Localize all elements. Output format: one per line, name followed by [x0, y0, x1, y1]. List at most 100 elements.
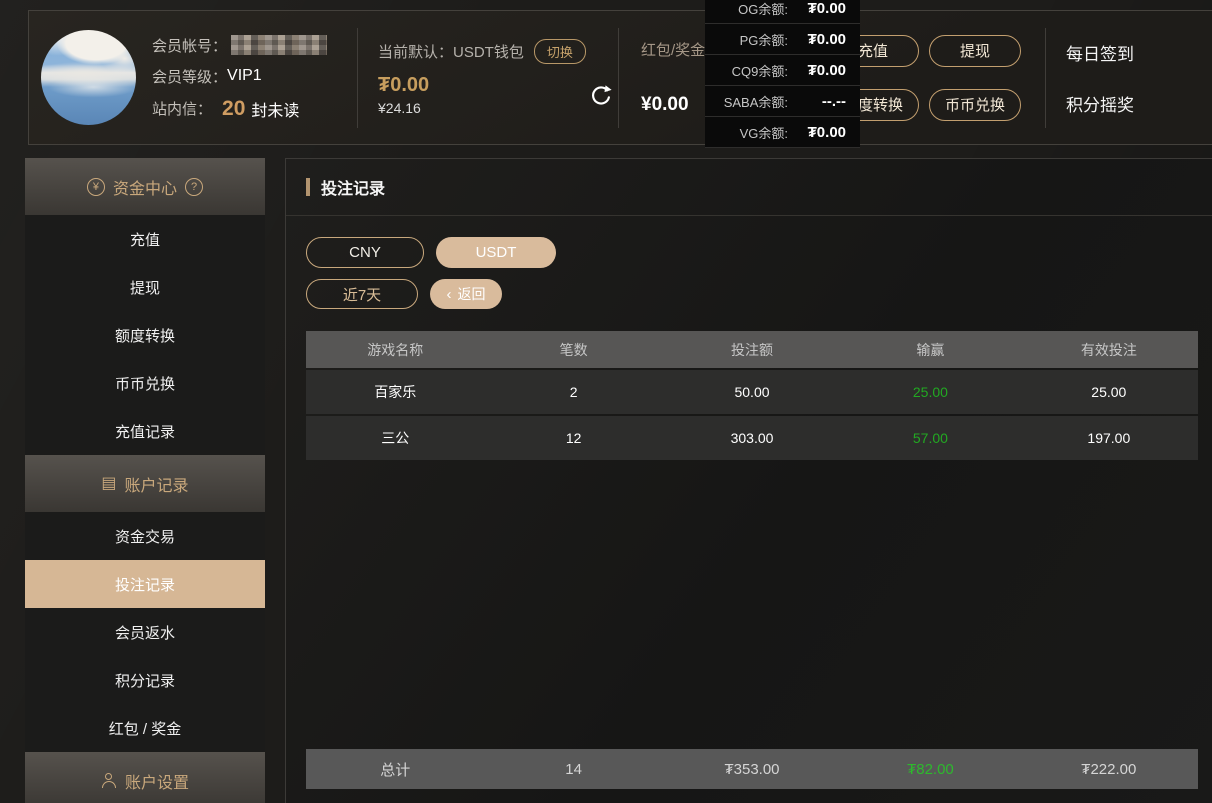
sidebar-item-资金交易[interactable]: 资金交易	[25, 512, 265, 560]
sidebar-section-title: 资金中心	[113, 175, 177, 199]
sidebar-section-账户记录[interactable]: ▤ 账户记录	[25, 455, 265, 512]
sidebar: ¥ 资金中心? 充值提现额度转换币币兑换充值记录 ▤ 账户记录资金交易投注记录会员返水积…	[25, 158, 265, 803]
bonus-value: ¥0.00	[641, 94, 705, 116]
table-body: 百家乐250.0025.0025.00三公12303.0057.00197.00	[306, 370, 1198, 460]
daily-link-积分摇奖[interactable]: 积分摇奖	[1066, 91, 1134, 116]
currency-tab-CNY[interactable]: CNY	[306, 237, 424, 268]
wallet-usdt-balance: ₮0.00	[378, 74, 618, 97]
daily-links: 每日签到积分摇奖	[1066, 40, 1134, 116]
table-row: 百家乐250.0025.0025.00	[306, 370, 1198, 414]
panel-title-row: 投注记录	[286, 159, 1212, 216]
sidebar-item-币币兑换[interactable]: 币币兑换	[25, 359, 265, 407]
level-value: VIP1	[227, 67, 262, 85]
currency-tab-USDT[interactable]: USDT	[436, 237, 556, 268]
bonus-section: 红包/奖金 ¥0.00	[619, 39, 705, 116]
wallet-section: 当前默认：USDT钱包 切换 ₮0.00 ¥24.16	[358, 39, 618, 116]
table-cell: 三公	[306, 428, 484, 448]
balance-dropdown-row: CQ9余额: ₮0.00	[705, 55, 860, 86]
level-row: 会员等级： VIP1	[152, 66, 327, 87]
provider-balance-value: --.--	[800, 93, 846, 110]
balance-dropdown-row: PG余额: ₮0.00	[705, 24, 860, 55]
avatar[interactable]	[41, 30, 136, 125]
switch-wallet-button[interactable]: 切换	[534, 39, 586, 64]
balance-dropdown-row: VG余额: ₮0.00	[705, 117, 860, 148]
divider	[1045, 28, 1046, 128]
table-cell: 25.00	[841, 384, 1019, 400]
table-cell: 50.00	[663, 384, 841, 400]
table-footer-cell: 总计	[306, 759, 484, 780]
sidebar-item-会员返水[interactable]: 会员返水	[25, 608, 265, 656]
help-icon[interactable]: ?	[185, 178, 203, 196]
inbox-unread-count: 20	[222, 97, 245, 121]
provider-balance-dropdown: OG余额: ₮0.00 PG余额: ₮0.00 CQ9余额: ₮0.00 SABA余额: --…	[705, 0, 860, 148]
person-icon	[101, 773, 117, 788]
table-footer-cell: ₮82.00	[841, 761, 1019, 778]
sidebar-section-title: 账户记录	[125, 472, 189, 496]
range-7days-button[interactable]: 近7天	[306, 279, 418, 309]
table-cell: 25.00	[1020, 384, 1198, 400]
table-cell: 12	[484, 430, 662, 446]
table-header-row: 游戏名称笔数投注额输赢有效投注	[306, 331, 1198, 368]
account-label: 会员帐号：	[152, 35, 227, 56]
bonus-label: 红包/奖金	[641, 39, 705, 60]
daily-link-每日签到[interactable]: 每日签到	[1066, 40, 1134, 65]
currency-tabs: CNY USDT	[306, 237, 1212, 268]
table-header-cell: 游戏名称	[306, 340, 484, 360]
table-row: 三公12303.0057.00197.00	[306, 416, 1198, 460]
person-head	[105, 773, 112, 780]
provider-balance-label: CQ9余额:	[732, 61, 788, 80]
inbox-row[interactable]: 站内信： 20 封未读	[152, 97, 327, 121]
provider-balance-value: ₮0.00	[800, 124, 846, 141]
balance-dropdown-row: SABA余额: --.--	[705, 86, 860, 117]
page-title: 投注记录	[321, 175, 385, 199]
provider-balance-label: VG余额:	[740, 123, 788, 142]
bet-records-table: 游戏名称笔数投注额输赢有效投注 百家乐250.0025.0025.00三公123…	[306, 331, 1198, 460]
sidebar-item-红包 / 奖金[interactable]: 红包 / 奖金	[25, 704, 265, 752]
sidebar-section-资金中心[interactable]: ¥ 资金中心?	[25, 158, 265, 215]
table-footer-cell: ₮353.00	[663, 761, 841, 778]
action-button-币币兑换[interactable]: 币币兑换	[929, 89, 1021, 121]
ledger-icon: ▤	[101, 476, 116, 492]
table-cell: 2	[484, 384, 662, 400]
account-header-card: 会员帐号： 会员等级： VIP1 站内信： 20 封未读 当前默认：USDT钱包…	[28, 10, 1212, 145]
sidebar-item-提现[interactable]: 提现	[25, 263, 265, 311]
back-button[interactable]: ‹ 返回	[430, 279, 502, 309]
account-row: 会员帐号：	[152, 35, 327, 56]
refresh-icon[interactable]	[588, 83, 614, 109]
table-header-cell: 输赢	[841, 340, 1019, 360]
sidebar-item-充值记录[interactable]: 充值记录	[25, 407, 265, 455]
table-cell: 57.00	[841, 430, 1019, 446]
sidebar-section-title: 账户设置	[125, 769, 189, 793]
provider-balance-label: SABA余额:	[724, 92, 788, 111]
person-body	[102, 781, 116, 788]
provider-balance-label: OG余额:	[738, 0, 788, 18]
inbox-label: 站内信：	[152, 98, 212, 119]
account-name-blurred	[231, 35, 327, 55]
inbox-suffix: 封未读	[251, 97, 299, 121]
table-cell: 197.00	[1020, 430, 1198, 446]
table-footer-cell: 14	[484, 761, 662, 778]
sidebar-item-额度转换[interactable]: 额度转换	[25, 311, 265, 359]
bet-records-panel: 投注记录 CNYUSDT 近7天 ‹ 返回 游戏名称笔数投注额输赢有效投注 百家…	[285, 158, 1212, 803]
profile-section: 会员帐号： 会员等级： VIP1 站内信： 20 封未读	[29, 30, 357, 125]
sidebar-section-账户设置[interactable]: 账户设置	[25, 752, 265, 803]
back-button-label: 返回	[458, 284, 486, 304]
filters: CNY USDT 近7天 ‹ 返回	[286, 216, 1212, 309]
yen-circle-icon: ¥	[87, 178, 105, 196]
level-label: 会员等级：	[152, 66, 227, 87]
table-header-cell: 笔数	[484, 340, 662, 360]
provider-balance-value: ₮0.00	[800, 0, 846, 17]
action-button-提现[interactable]: 提现	[929, 35, 1021, 67]
sidebar-item-积分记录[interactable]: 积分记录	[25, 656, 265, 704]
table-header-cell: 有效投注	[1020, 340, 1198, 360]
default-wallet-label: 当前默认：USDT钱包	[378, 41, 524, 62]
provider-balance-value: ₮0.00	[800, 62, 846, 79]
table-footer-row: 总计14₮353.00₮82.00₮222.00	[306, 749, 1198, 789]
sidebar-item-充值[interactable]: 充值	[25, 215, 265, 263]
chevron-left-icon: ‹	[447, 287, 452, 302]
sidebar-item-投注记录[interactable]: 投注记录	[25, 560, 265, 608]
provider-balance-value: ₮0.00	[800, 31, 846, 48]
provider-balance-label: PG余额:	[740, 30, 788, 49]
title-accent-bar	[306, 178, 310, 196]
balance-dropdown-row: OG余额: ₮0.00	[705, 0, 860, 24]
